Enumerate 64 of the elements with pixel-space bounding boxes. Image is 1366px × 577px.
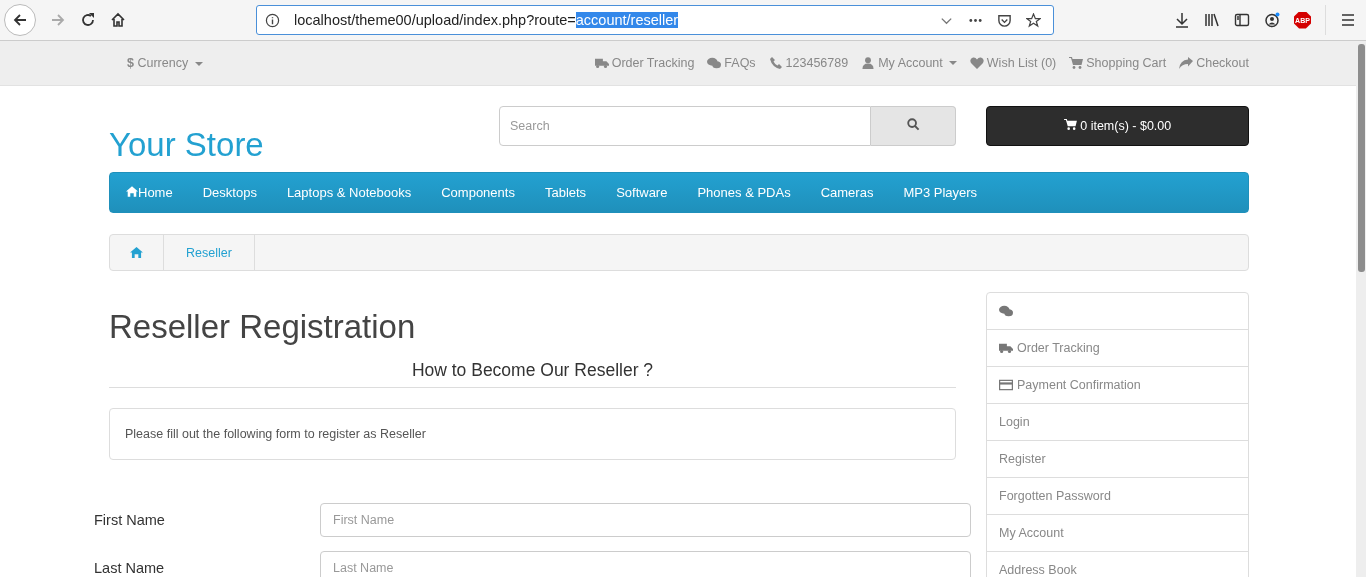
- input-field[interactable]: Last Name: [320, 551, 971, 577]
- menu-item[interactable]: Laptops & Notebooks: [286, 185, 412, 200]
- top-link[interactable]: My Account: [878, 56, 943, 70]
- menu-item[interactable]: Home: [126, 185, 173, 200]
- home-icon[interactable]: [110, 12, 126, 28]
- sidebar-link[interactable]: Forgotten Password: [999, 489, 1111, 503]
- chat-icon: [707, 57, 722, 69]
- notice-text: Please fill out the following form to register as Reseller: [125, 427, 426, 441]
- menu-item[interactable]: Desktops: [202, 185, 257, 200]
- cart-icon: [1063, 119, 1077, 130]
- top-link[interactable]: Checkout: [1196, 56, 1249, 70]
- share-arrow-icon: [1179, 57, 1194, 69]
- menu-item[interactable]: Components: [441, 185, 515, 200]
- address-bar[interactable]: localhost/theme00/upload/index.php?route=account/reseller: [256, 5, 1054, 35]
- store-logo[interactable]: Your Store: [109, 126, 499, 164]
- truck-icon: [594, 57, 609, 69]
- cart-icon: [1069, 57, 1084, 69]
- top-link[interactable]: 123456789: [785, 56, 849, 70]
- field-label: Last Name: [94, 560, 166, 576]
- input-field[interactable]: First Name: [320, 503, 971, 537]
- user-icon: [861, 57, 876, 69]
- sidebar-link[interactable]: Address Book: [999, 563, 1077, 577]
- top-link[interactable]: Wish List (0): [986, 56, 1057, 70]
- credit-card-icon: [999, 379, 1013, 391]
- sidebar-link[interactable]: Order Tracking: [1017, 341, 1100, 355]
- star-icon[interactable]: [1026, 12, 1041, 28]
- menu-item[interactable]: Phones & PDAs: [697, 185, 791, 200]
- heart-icon: [969, 57, 984, 69]
- scrollbar-thumb[interactable]: [1358, 44, 1365, 272]
- reload-icon[interactable]: [80, 12, 96, 28]
- top-link[interactable]: Shopping Cart: [1086, 56, 1167, 70]
- caret-icon: [948, 61, 957, 65]
- download-icon[interactable]: [1174, 12, 1190, 28]
- sidebar-link[interactable]: Register: [999, 452, 1046, 466]
- menu-item[interactable]: MP3 Players: [903, 185, 978, 200]
- top-link[interactable]: Order Tracking: [611, 56, 695, 70]
- chat-icon[interactable]: [999, 305, 1013, 317]
- url-text: localhost/theme00/upload/index.php?route=account/reseller: [294, 12, 679, 28]
- sidebar-link[interactable]: Login: [999, 415, 1030, 429]
- pocket-icon[interactable]: [997, 12, 1012, 28]
- breadcrumb-link[interactable]: Reseller: [186, 245, 232, 260]
- info-icon: [265, 12, 280, 28]
- cart-button[interactable]: 0 item(s) - $0.00: [986, 106, 1249, 146]
- menu-item[interactable]: Software: [616, 185, 668, 200]
- menu-item[interactable]: Cameras: [820, 185, 874, 200]
- menu-item[interactable]: Tablets: [544, 185, 587, 200]
- page-title: Reseller Registration: [109, 308, 417, 346]
- back-button[interactable]: [4, 4, 36, 36]
- back-arrow-icon: [12, 12, 28, 28]
- phone-icon: [768, 57, 783, 69]
- top-link[interactable]: FAQs: [724, 56, 756, 70]
- field-label: First Name: [94, 512, 166, 528]
- account-icon[interactable]: [1264, 12, 1280, 28]
- sidebar-icon[interactable]: [1234, 12, 1250, 28]
- truck-icon: [999, 342, 1013, 354]
- search-icon: [906, 118, 920, 131]
- library-icon[interactable]: [1204, 12, 1220, 28]
- home-icon: [126, 186, 138, 197]
- sidebar-link[interactable]: Payment Confirmation: [1017, 378, 1141, 392]
- sidebar-link[interactable]: My Account: [999, 526, 1064, 540]
- section-heading: How to Become Our Reseller ?: [109, 360, 956, 388]
- currency-dropdown[interactable]: $ Currency: [127, 56, 203, 70]
- search-field[interactable]: Search: [499, 106, 871, 146]
- menu-icon[interactable]: [1340, 12, 1356, 28]
